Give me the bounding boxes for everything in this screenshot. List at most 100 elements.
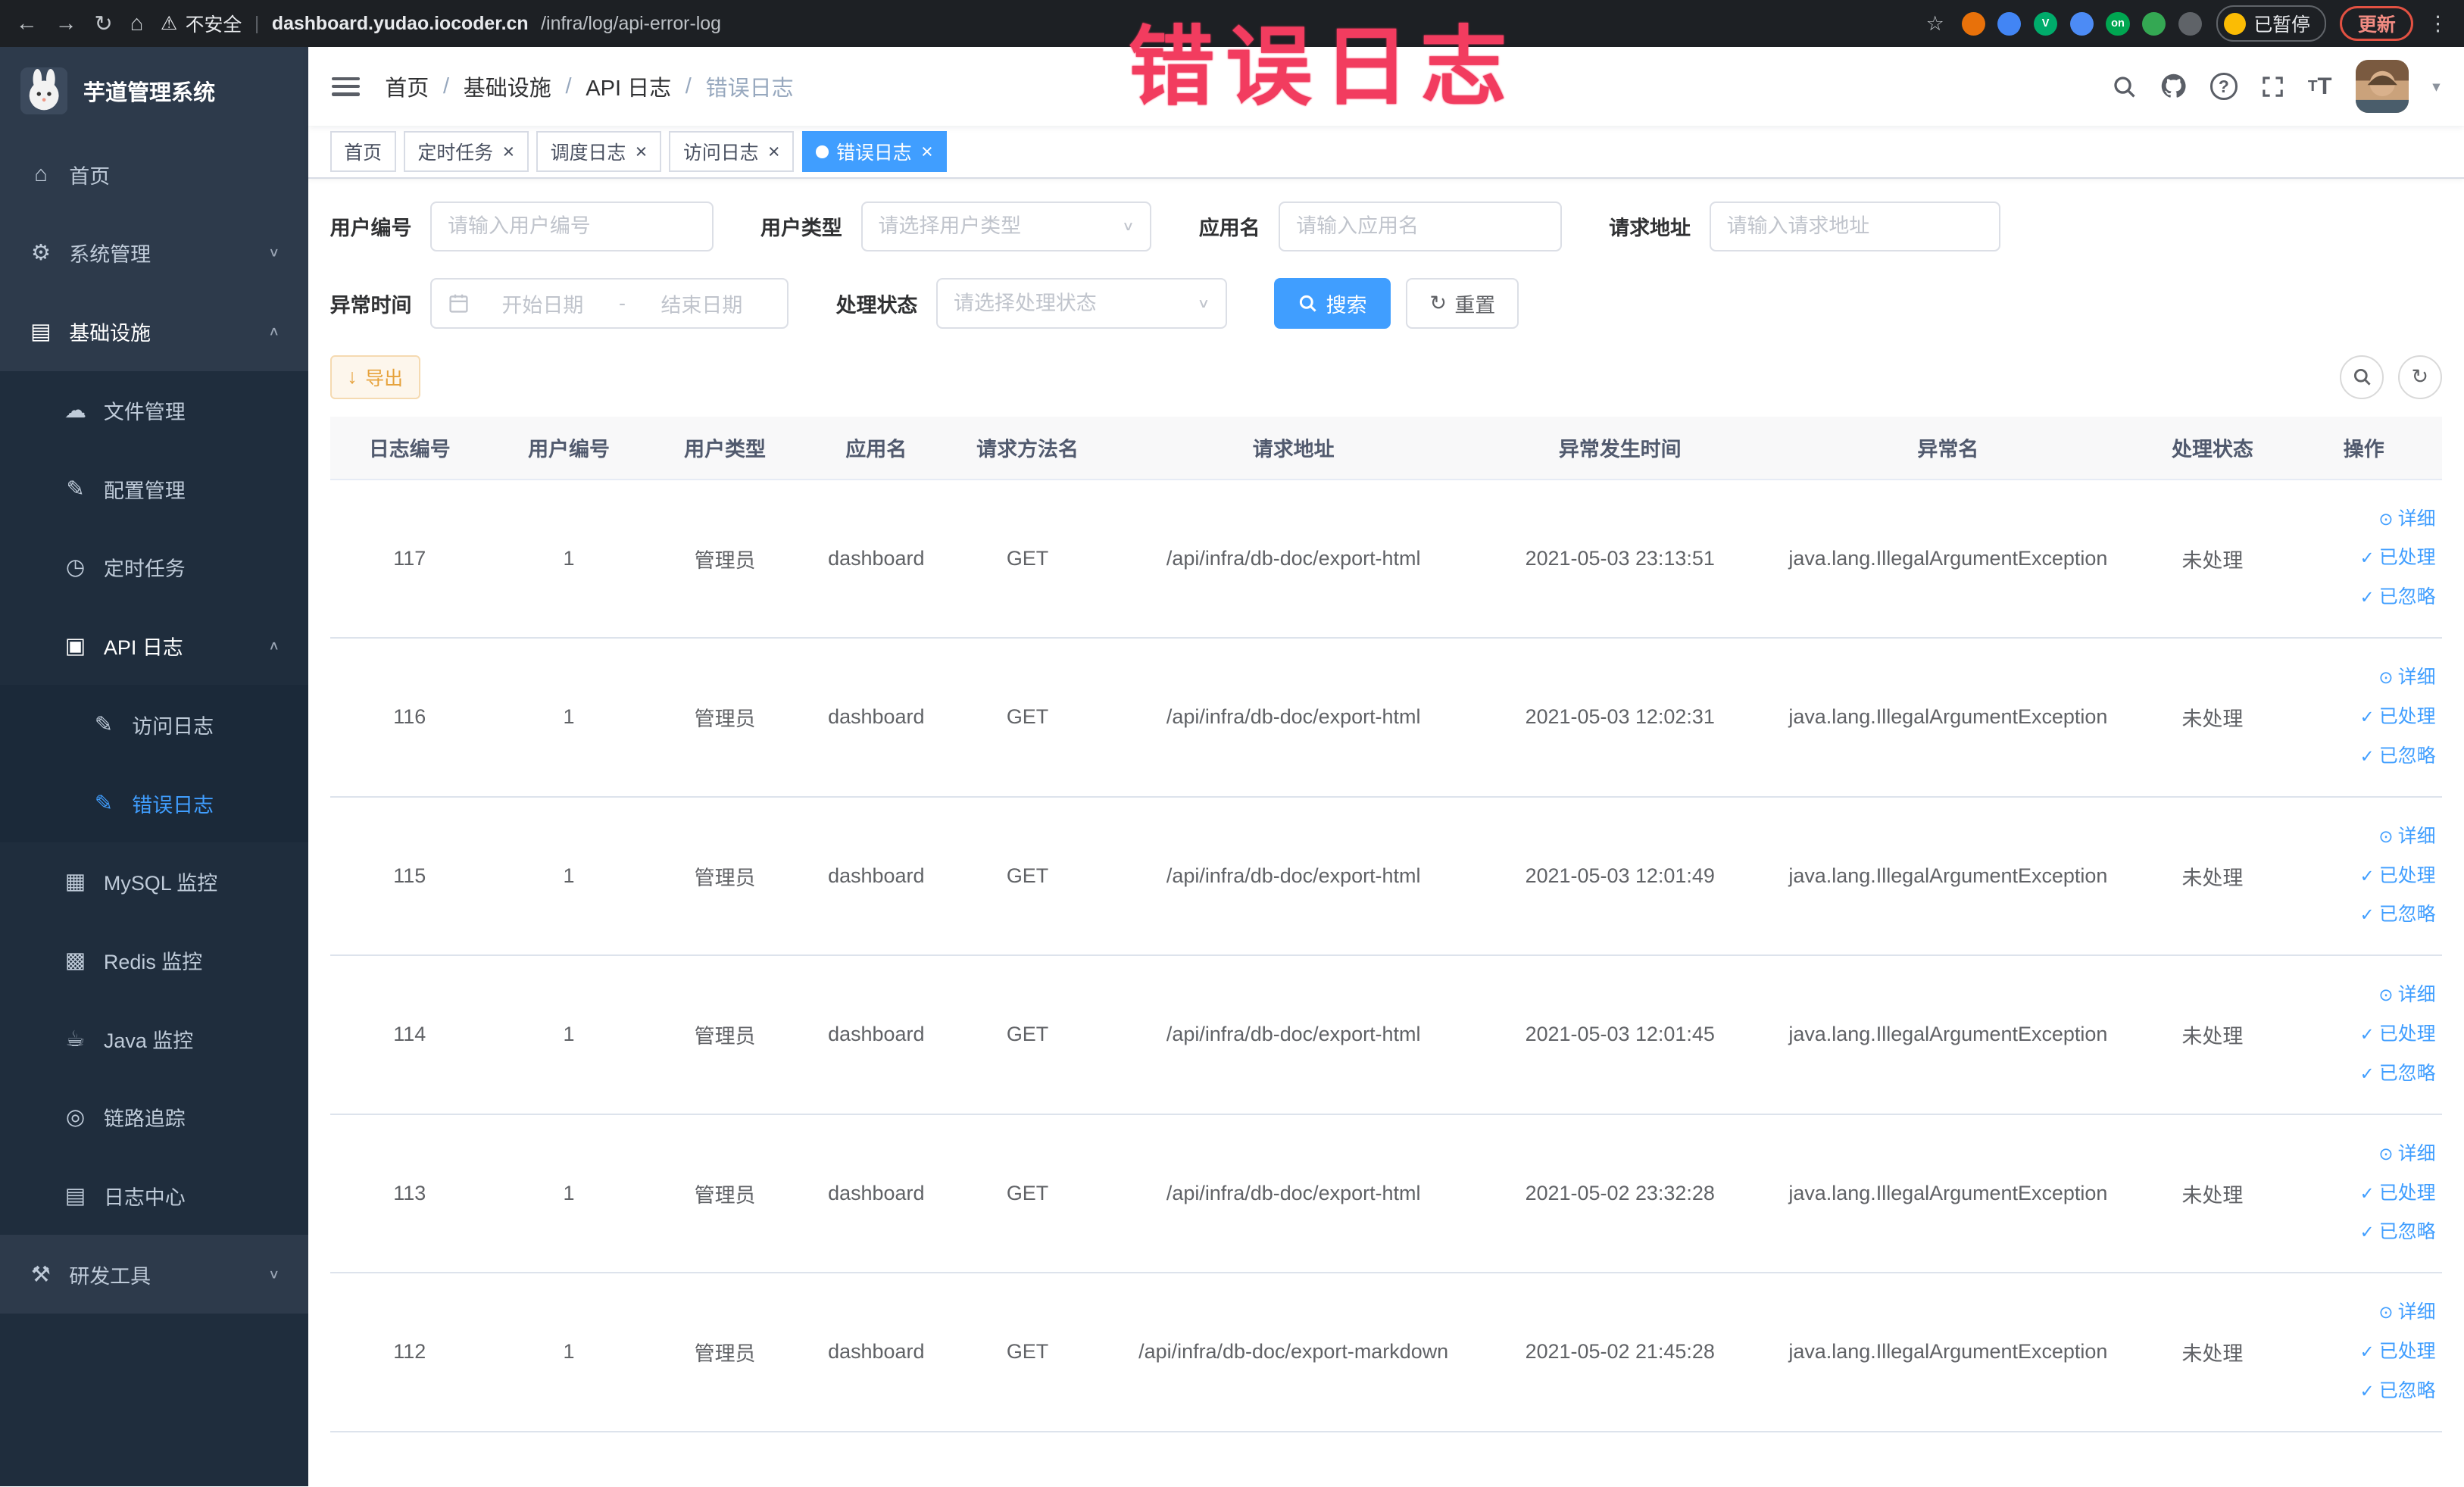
sidebar-item-config[interactable]: ✎ 配置管理 xyxy=(0,449,308,528)
table-row: 115 1 管理员 dashboard GET/api/infra/db-doc/exp… xyxy=(329,796,2442,957)
bookmark-star-icon[interactable]: ☆ xyxy=(1926,12,1944,36)
sidebar-item-file[interactable]: ☁ 文件管理 xyxy=(0,370,308,450)
close-icon[interactable]: × xyxy=(768,141,780,162)
sidebar-item-access-log[interactable]: ✎ 访问日志 xyxy=(0,685,308,764)
breadcrumb-item[interactable]: API 日志 xyxy=(586,70,671,102)
reload-icon[interactable]: ↻ xyxy=(94,11,112,37)
table-toolbar: ↓ 导出 ↻ xyxy=(329,355,2442,399)
extension-icon[interactable] xyxy=(1997,11,2022,36)
security-status[interactable]: ⚠ 不安全 xyxy=(161,10,242,37)
address-bar[interactable]: ⚠ 不安全 | dashboard.yudao.iocoder.cn/infra… xyxy=(161,10,1944,37)
breadcrumb-item[interactable]: 基础设施 xyxy=(464,70,551,102)
user-type-select-input[interactable] xyxy=(878,214,1113,239)
close-icon[interactable]: × xyxy=(502,141,514,162)
sidebar-item-api-log[interactable]: ▣ API 日志 ∧ xyxy=(0,606,308,686)
tab-error-log[interactable]: 错误日志 × xyxy=(801,131,948,173)
app-logo[interactable]: 芋道管理系统 xyxy=(0,47,308,135)
toggle-search-button[interactable] xyxy=(2339,355,2384,399)
user-id-input[interactable] xyxy=(448,214,697,239)
browser-update-button[interactable]: 更新 xyxy=(2340,6,2414,42)
process-status-select-input[interactable] xyxy=(954,291,1188,315)
breadcrumb-item[interactable]: 首页 xyxy=(385,70,429,102)
user-avatar[interactable] xyxy=(2355,59,2409,114)
action-ignore-link[interactable]: ✓ 已忽略 xyxy=(2294,895,2436,935)
sidebar-item-trace[interactable]: ◎ 链路追踪 xyxy=(0,1078,308,1157)
action-ignore-link[interactable]: ✓ 已忽略 xyxy=(2294,1054,2436,1094)
security-label: 不安全 xyxy=(185,14,242,36)
process-status-select[interactable]: ∨ xyxy=(936,278,1228,329)
action-detail-link[interactable]: ⊙ 详细 xyxy=(2294,500,2435,539)
action-detail-link[interactable]: ⊙ 详细 xyxy=(2294,817,2435,857)
api-log-icon: ▣ xyxy=(64,634,86,659)
action-ignore-link[interactable]: ✓ 已忽略 xyxy=(2294,737,2436,776)
browser-menu-icon[interactable]: ⋮ xyxy=(2428,12,2448,36)
action-processed-link[interactable]: ✓ 已处理 xyxy=(2294,539,2436,578)
user-type-select[interactable]: ∨ xyxy=(860,201,1152,251)
help-icon[interactable]: ? xyxy=(2210,73,2238,100)
sidebar-item-home[interactable]: ⌂ 首页 xyxy=(0,135,308,214)
tab-cron-job[interactable]: 定时任务 × xyxy=(403,131,529,173)
close-icon[interactable]: × xyxy=(636,141,648,162)
tab-access-log[interactable]: 访问日志 × xyxy=(669,131,795,173)
fullscreen-icon[interactable] xyxy=(2261,75,2284,98)
action-detail-link[interactable]: ⊙ 详细 xyxy=(2294,976,2435,1015)
extension-icon[interactable]: V xyxy=(2034,11,2058,36)
check-icon: ✓ xyxy=(2359,1024,2375,1045)
action-detail-link[interactable]: ⊙ 详细 xyxy=(2294,1293,2435,1332)
action-ignore-link[interactable]: ✓ 已忽略 xyxy=(2294,578,2436,617)
font-size-icon[interactable]: TT xyxy=(2308,73,2332,100)
sidebar-item-label: 首页 xyxy=(69,164,111,188)
extension-icon[interactable]: on xyxy=(2106,11,2130,36)
sidebar-item-job[interactable]: ◷ 定时任务 xyxy=(0,528,308,607)
action-processed-link[interactable]: ✓ 已处理 xyxy=(2294,857,2436,896)
app-name-label: 应用名 xyxy=(1198,217,1260,240)
action-processed-link[interactable]: ✓ 已处理 xyxy=(2294,1015,2436,1054)
action-detail-link[interactable]: ⊙ 详细 xyxy=(2294,658,2435,698)
extension-icon[interactable] xyxy=(2178,11,2202,36)
exception-time-range-picker[interactable]: 开始日期 - 结束日期 xyxy=(430,278,789,329)
action-detail-link[interactable]: ⊙ 详细 xyxy=(2294,1135,2435,1174)
table-body: 117 1 管理员 dashboard GET/api/infra/db-doc/exp… xyxy=(329,479,2442,1432)
forward-icon[interactable]: → xyxy=(55,11,77,36)
sidebar-item-mysql[interactable]: ▦ MySQL 监控 xyxy=(0,842,308,921)
search-button[interactable]: 搜索 xyxy=(1274,278,1391,329)
breadcrumb-separator: / xyxy=(442,73,450,98)
app-name-input[interactable] xyxy=(1296,214,1545,239)
export-button[interactable]: ↓ 导出 xyxy=(329,355,420,399)
sidebar-item-system[interactable]: ⚙ 系统管理 ∨ xyxy=(0,214,308,292)
tab-label: 调度日志 xyxy=(550,142,626,164)
extension-icon[interactable] xyxy=(2069,11,2094,36)
sidebar-toggle-icon[interactable] xyxy=(331,77,361,96)
sidebar-item-dev-tools[interactable]: ⚒ 研发工具 ∨ xyxy=(0,1235,308,1314)
sidebar-item-error-log[interactable]: ✎ 错误日志 xyxy=(0,764,308,842)
cell-url: /api/infra/db-doc/export-html xyxy=(1104,1114,1483,1274)
github-icon[interactable] xyxy=(2160,73,2187,99)
chevron-down-icon[interactable]: ▾ xyxy=(2432,77,2440,96)
sidebar-item-log-center[interactable]: ▤ 日志中心 xyxy=(0,1156,308,1236)
refresh-table-button[interactable]: ↻ xyxy=(2397,355,2442,399)
sidebar-menu: ⌂ 首页 ⚙ 系统管理 ∨ ▤ 基础设施 ∧ ☁ 文件管理 ✎ 配置管理 ◷ 定时任务 ▣ API 日志 ∧ ✎ 访… xyxy=(0,135,308,1314)
tab-job-log[interactable]: 调度日志 × xyxy=(536,131,661,173)
cell-app-name: dashboard xyxy=(801,1273,951,1432)
sidebar-item-redis[interactable]: ▩ Redis 监控 xyxy=(0,920,308,1000)
action-processed-link[interactable]: ✓ 已处理 xyxy=(2294,1174,2436,1214)
close-icon[interactable]: × xyxy=(921,141,933,162)
extension-icon[interactable] xyxy=(2142,11,2166,36)
range-separator: - xyxy=(618,291,626,314)
search-icon[interactable] xyxy=(2112,74,2137,99)
action-processed-link[interactable]: ✓ 已处理 xyxy=(2294,698,2436,737)
profile-paused-badge[interactable]: 已暂停 xyxy=(2216,5,2326,42)
sidebar-item-java[interactable]: ☕ Java 监控 xyxy=(0,999,308,1079)
tab-home[interactable]: 首页 xyxy=(329,131,396,173)
home-icon[interactable]: ⌂ xyxy=(130,11,144,36)
reset-button[interactable]: ↻ 重置 xyxy=(1406,278,1519,329)
cell-exception: java.lang.IllegalArgumentException xyxy=(1757,955,2140,1115)
action-processed-link[interactable]: ✓ 已处理 xyxy=(2294,1332,2436,1372)
extension-icon[interactable] xyxy=(1961,11,1985,36)
table-header: 日志编号 用户编号 用户类型 应用名 请求方法名 请求地址 异常发生时间 异常名 处理状态 操作 xyxy=(329,416,2442,480)
action-ignore-link[interactable]: ✓ 已忽略 xyxy=(2294,1213,2436,1252)
request-url-input[interactable] xyxy=(1726,214,1983,239)
back-icon[interactable]: ← xyxy=(16,11,38,36)
action-ignore-link[interactable]: ✓ 已忽略 xyxy=(2294,1372,2436,1411)
sidebar-item-infra[interactable]: ▤ 基础设施 ∧ xyxy=(0,292,308,371)
